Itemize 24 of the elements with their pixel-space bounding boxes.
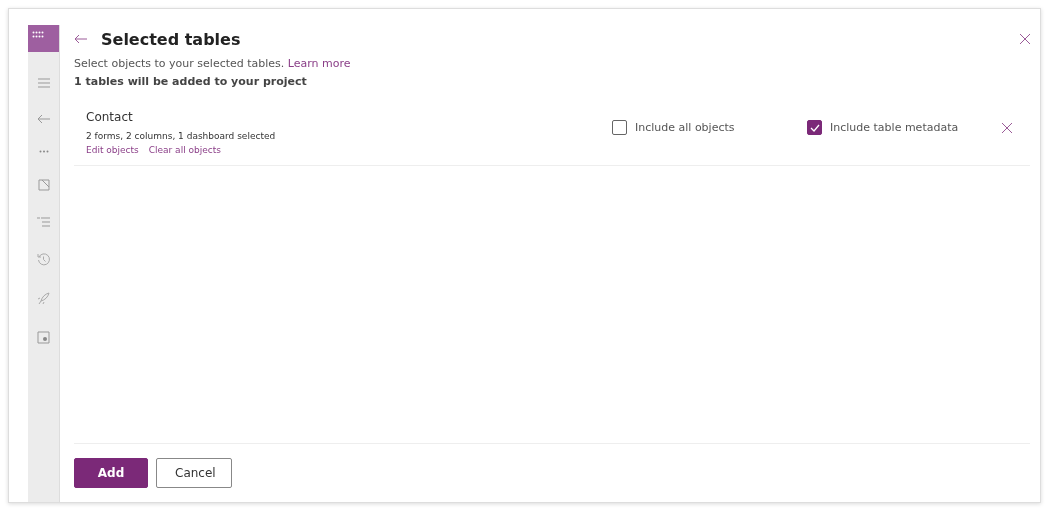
back-arrow-icon[interactable] [74, 34, 87, 44]
cancel-button[interactable]: Cancel [156, 458, 232, 488]
remove-icon[interactable] [1002, 123, 1012, 133]
table-name: Contact [86, 110, 134, 124]
panel-title: Selected tables [101, 29, 241, 49]
table-link[interactable]: Edit objects [86, 145, 139, 155]
back-arrow-icon[interactable] [37, 114, 50, 124]
table-link[interactable]: Clear all objects [148, 145, 221, 155]
checkbox-label: Include table metadata [830, 121, 959, 134]
history-icon[interactable] [37, 253, 50, 266]
checkbox-label: Include all objects [635, 121, 735, 134]
close-icon[interactable] [1020, 34, 1030, 44]
note-icon[interactable] [37, 179, 50, 191]
checkbox[interactable] [612, 120, 627, 135]
more-icon[interactable] [38, 150, 49, 153]
list-icon[interactable] [37, 217, 50, 227]
add-button[interactable]: Add [74, 458, 148, 488]
app-launcher-icon[interactable] [32, 31, 44, 39]
summary: 1 tables will be added to your project [74, 75, 308, 88]
menu-icon[interactable] [37, 78, 50, 88]
learn-more-link[interactable]: Learn more [287, 57, 351, 70]
checkbox[interactable] [807, 120, 822, 135]
table-detail: 2 forms, 2 columns, 1 dashboard selected [86, 131, 277, 141]
description: Select objects to your selected tables. [74, 57, 285, 70]
